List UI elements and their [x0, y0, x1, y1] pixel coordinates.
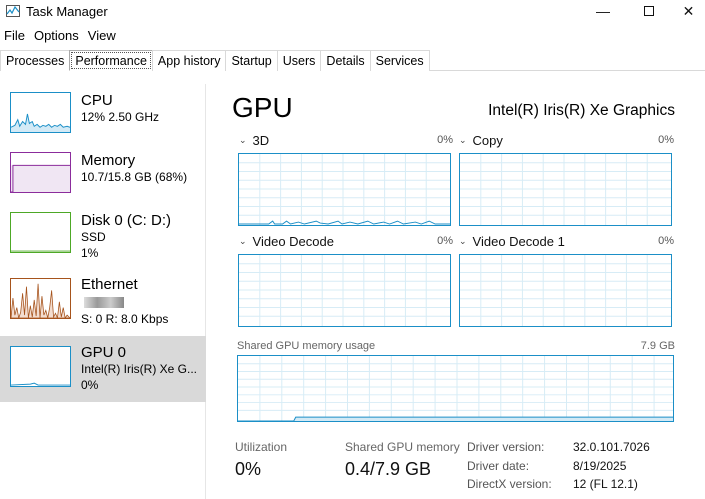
sidebar-disk-type: SSD	[81, 230, 106, 244]
sidebar-disk-usage: 1%	[81, 246, 99, 260]
driver-date-label: Driver date:	[467, 459, 530, 473]
engine-name-video-decode: Video Decode	[252, 234, 334, 249]
close-button[interactable]: ✕	[672, 0, 705, 22]
sidebar-ethernet-title: Ethernet	[81, 276, 138, 293]
menu-bar: File Options View	[0, 26, 121, 46]
sidebar-memory-usage: 10.7/15.8 GB (68%)	[81, 170, 188, 184]
minimize-icon: —	[596, 3, 610, 19]
maximize-icon	[644, 6, 654, 16]
engine-graph-video-decode	[238, 254, 451, 327]
shared-memory-graph-label: Shared GPU memory usage	[237, 340, 376, 352]
engine-pct-3d: 0%	[437, 134, 453, 146]
sidebar-gpu-model: Intel(R) Iris(R) Xe G...	[81, 362, 198, 376]
title-bar: Task Manager — ✕	[0, 0, 705, 24]
engine-graph-copy	[459, 153, 672, 226]
sidebar-gpu-title: GPU 0	[81, 344, 127, 361]
shared-memory-value: 0.4/7.9 GB	[345, 459, 432, 479]
tab-processes[interactable]: Processes	[0, 50, 71, 71]
disk-graph-icon	[10, 212, 71, 253]
driver-date-value: 8/19/2025	[573, 459, 627, 473]
tab-app-history[interactable]: App history	[151, 50, 227, 71]
minimize-button[interactable]: —	[580, 0, 626, 22]
chevron-down-icon: ⌄	[239, 236, 247, 246]
memory-graph-icon	[10, 152, 71, 193]
directx-version-value: 12 (FL 12.1)	[573, 477, 638, 491]
tab-services[interactable]: Services	[369, 50, 430, 71]
chevron-down-icon: ⌄	[459, 236, 467, 246]
shared-memory-max: 7.9 GB	[640, 340, 675, 352]
chevron-down-icon: ⌄	[239, 135, 247, 145]
sidebar-ethernet-throughput: S: 0 R: 8.0 Kbps	[81, 312, 169, 326]
gpu-model-name: Intel(R) Iris(R) Xe Graphics	[488, 102, 675, 119]
close-icon: ✕	[682, 2, 695, 19]
engine-selector-3d[interactable]: ⌄ 3D	[239, 133, 269, 148]
engine-selector-copy[interactable]: ⌄ Copy	[459, 133, 503, 148]
shared-memory-graph	[237, 355, 674, 422]
utilization-label: Utilization	[235, 440, 288, 454]
sidebar-memory-title: Memory	[81, 152, 136, 169]
driver-version-value: 32.0.101.7026	[573, 440, 650, 454]
sidebar-item-memory[interactable]: Memory 10.7/15.8 GB (68%)	[0, 150, 206, 216]
shared-memory-label: Shared GPU memory	[345, 440, 460, 454]
engine-selector-video-decode[interactable]: ⌄ Video Decode	[239, 234, 334, 249]
chevron-down-icon: ⌄	[459, 135, 467, 145]
sidebar-item-ethernet[interactable]: Ethernet S: 0 R: 8.0 Kbps	[0, 276, 206, 342]
resource-sidebar: CPU 12% 2.50 GHz Memory 10.7/15.8 GB (68…	[0, 84, 206, 499]
sidebar-gpu-usage: 0%	[81, 378, 99, 392]
directx-version-label: DirectX version:	[467, 477, 552, 491]
menu-file[interactable]: File	[0, 26, 30, 46]
sidebar-cpu-usage: 12% 2.50 GHz	[81, 110, 160, 124]
tab-strip: Processes Performance App history Startu…	[0, 50, 705, 71]
page-title: GPU	[232, 92, 293, 123]
engine-graph-3d	[238, 153, 451, 226]
ethernet-graph-icon	[10, 278, 71, 319]
engine-pct-video-decode-1: 0%	[658, 235, 674, 247]
driver-version-label: Driver version:	[467, 440, 545, 454]
task-manager-icon	[6, 5, 20, 17]
redacted-adapter-name	[84, 297, 124, 308]
engine-name-3d: 3D	[252, 133, 270, 148]
sidebar-disk-title: Disk 0 (C: D:)	[81, 212, 171, 229]
window-title: Task Manager	[26, 4, 108, 19]
menu-options[interactable]: Options	[30, 26, 84, 46]
tab-details[interactable]: Details	[320, 50, 371, 71]
utilization-value: 0%	[235, 459, 262, 479]
sidebar-item-gpu[interactable]: GPU 0 Intel(R) Iris(R) Xe G... 0%	[0, 336, 206, 402]
tab-performance[interactable]: Performance	[69, 50, 153, 71]
gpu-graph-icon	[10, 346, 71, 387]
engine-pct-copy: 0%	[658, 134, 674, 146]
cpu-graph-icon	[10, 92, 71, 133]
menu-view[interactable]: View	[84, 26, 121, 46]
maximize-button[interactable]	[626, 0, 672, 22]
engine-name-copy: Copy	[472, 133, 503, 148]
engine-pct-video-decode: 0%	[437, 235, 453, 247]
sidebar-item-disk[interactable]: Disk 0 (C: D:) SSD 1%	[0, 210, 206, 276]
sidebar-cpu-title: CPU	[81, 92, 113, 109]
tab-startup[interactable]: Startup	[225, 50, 278, 71]
engine-selector-video-decode-1[interactable]: ⌄ Video Decode 1	[459, 234, 565, 249]
engine-name-video-decode-1: Video Decode 1	[472, 234, 565, 249]
sidebar-item-cpu[interactable]: CPU 12% 2.50 GHz	[0, 84, 206, 150]
tab-users[interactable]: Users	[276, 50, 322, 71]
engine-graph-video-decode-1	[459, 254, 672, 327]
